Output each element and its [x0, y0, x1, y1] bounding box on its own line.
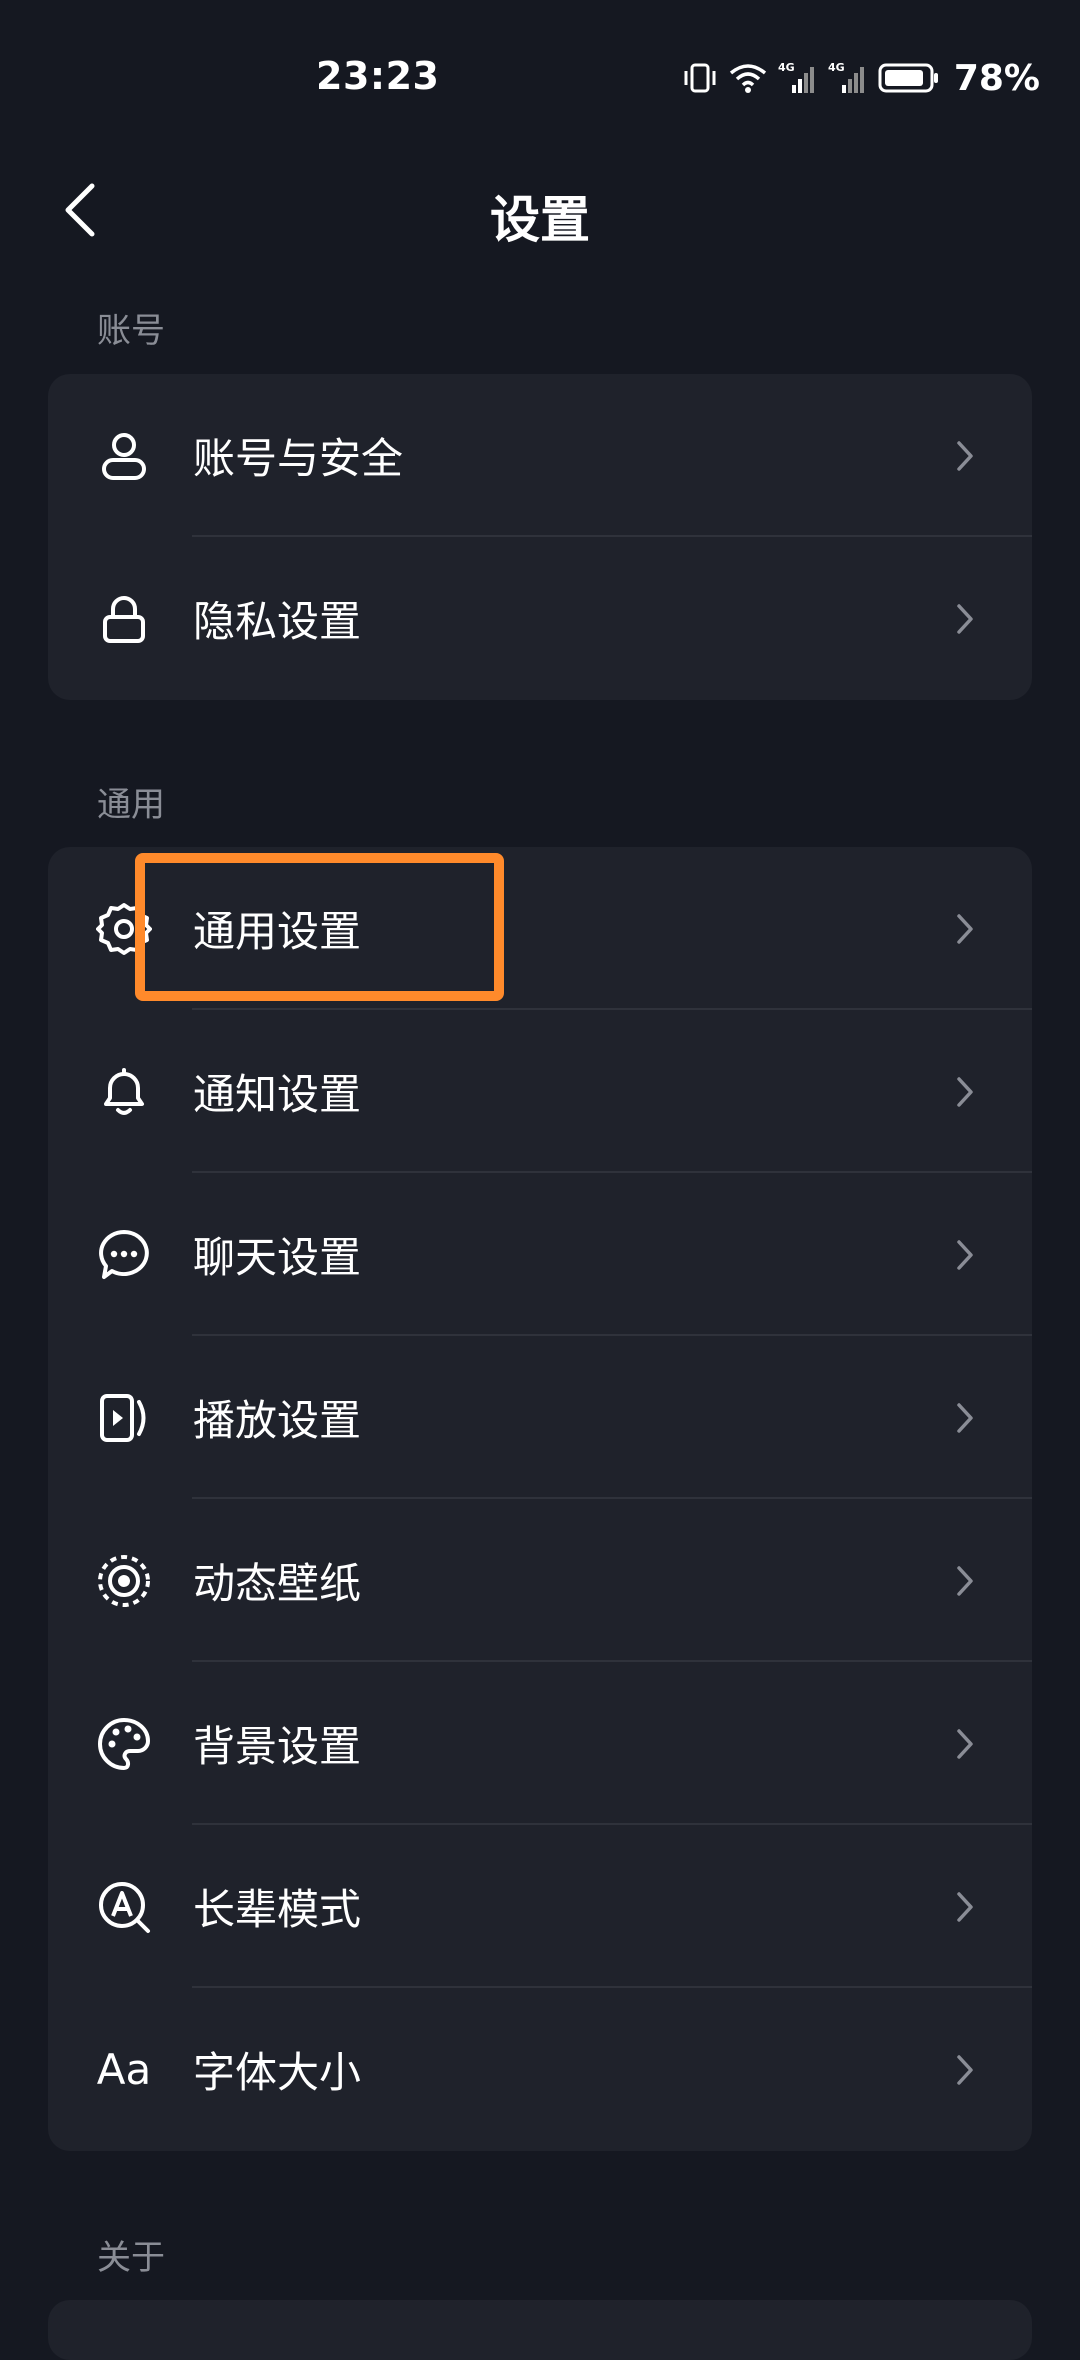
row-label: 长辈模式 — [193, 1885, 362, 1934]
chevron-right-icon — [950, 2050, 980, 2090]
settings-row-chat[interactable]: 聊天设置 — [48, 1173, 1032, 1336]
row-label: 背景设置 — [193, 1722, 362, 1771]
row-label: 账号与安全 — [193, 434, 404, 483]
chevron-right-icon — [950, 1398, 980, 1438]
chevron-right-icon — [950, 1724, 980, 1764]
row-label: 播放设置 — [193, 1396, 362, 1445]
palette-icon — [96, 1716, 152, 1772]
row-label: 字体大小 — [193, 2048, 362, 2097]
status-bar: 23:23 4G 4G 78% — [0, 0, 1080, 140]
signal-icon-1: 4G — [778, 61, 814, 93]
settings-row-playback[interactable]: 播放设置 — [48, 1336, 1032, 1499]
status-time: 23:23 — [316, 54, 440, 98]
font-size-icon-text: Aa — [96, 2045, 152, 2094]
svg-text:4G: 4G — [778, 61, 795, 74]
battery-icon — [878, 63, 938, 93]
user-icon — [96, 428, 152, 484]
row-label: 通知设置 — [193, 1070, 362, 1119]
section-label-account: 账号 — [97, 311, 165, 351]
account-card: 账号与安全 隐私设置 — [48, 374, 1032, 700]
font-size-icon: Aa — [96, 2042, 152, 2098]
chevron-right-icon — [950, 909, 980, 949]
chat-icon — [96, 1227, 152, 1283]
chevron-right-icon — [950, 436, 980, 476]
settings-row-elder-mode[interactable]: 长辈模式 — [48, 1825, 1032, 1988]
chevron-right-icon — [950, 1072, 980, 1112]
battery-percent: 78% — [953, 57, 1040, 99]
play-icon — [96, 1390, 152, 1446]
chevron-right-icon — [950, 1235, 980, 1275]
lock-icon — [96, 591, 152, 647]
svg-text:4G: 4G — [828, 61, 845, 74]
chevron-right-icon — [950, 1887, 980, 1927]
status-icons: 4G 4G 78% — [682, 54, 1040, 102]
section-label-about: 关于 — [97, 2238, 165, 2278]
settings-row-privacy[interactable]: 隐私设置 — [48, 537, 1032, 700]
settings-row-font-size[interactable]: Aa 字体大小 — [48, 1988, 1032, 2151]
highlight-box — [135, 853, 504, 1001]
signal-icon-2: 4G — [828, 61, 864, 93]
vibrate-icon — [684, 63, 716, 93]
settings-row-live-wallpaper[interactable]: 动态壁纸 — [48, 1499, 1032, 1662]
nav-bar: 设置 — [0, 150, 1080, 270]
settings-row-account-security[interactable]: 账号与安全 — [48, 374, 1032, 537]
chevron-right-icon — [950, 599, 980, 639]
wifi-icon — [729, 64, 766, 93]
page-title: 设置 — [490, 191, 590, 249]
section-label-general: 通用 — [97, 785, 165, 825]
chevron-right-icon — [950, 1561, 980, 1601]
settings-row-notification[interactable]: 通知设置 — [48, 1010, 1032, 1173]
wallpaper-icon — [96, 1553, 152, 1609]
row-label: 聊天设置 — [193, 1233, 362, 1282]
about-card — [48, 2300, 1032, 2360]
row-label: 隐私设置 — [193, 597, 362, 646]
general-card: 通用设置 通知设置 聊天设置 播放设置 动态壁纸 背景设置 长辈模式 Aa 字体… — [48, 847, 1032, 2151]
row-label: 动态壁纸 — [193, 1559, 362, 1608]
elder-mode-icon — [96, 1879, 152, 1935]
settings-row-background[interactable]: 背景设置 — [48, 1662, 1032, 1825]
bell-icon — [96, 1064, 152, 1120]
